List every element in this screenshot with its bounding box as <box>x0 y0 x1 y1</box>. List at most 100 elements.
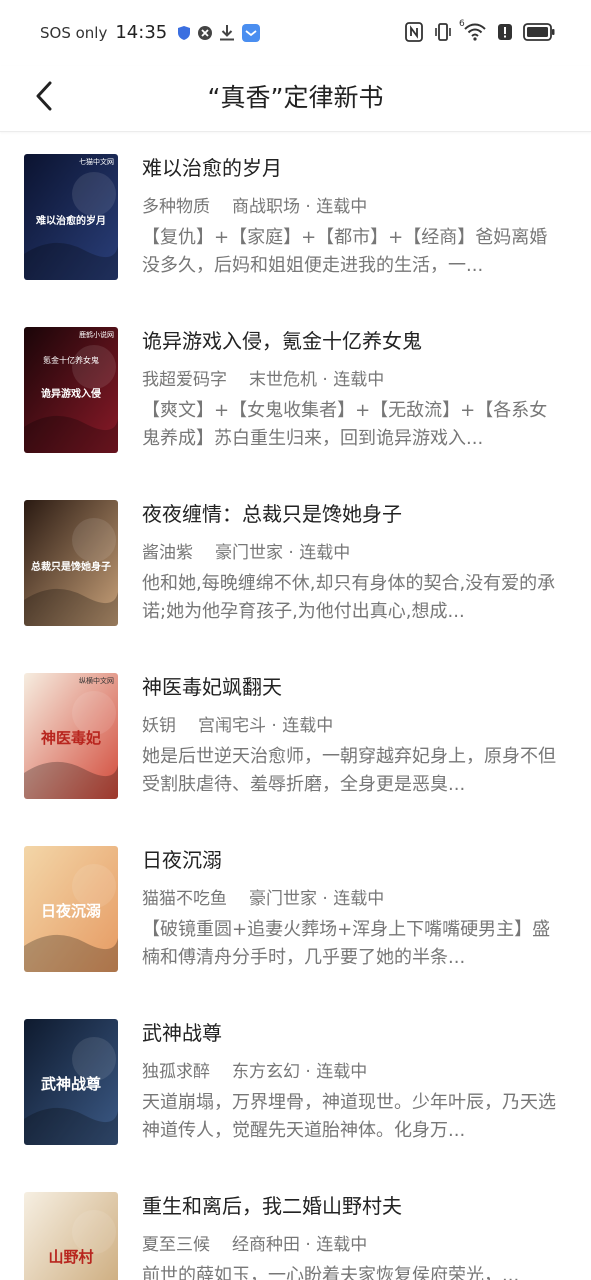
book-info: 难以治愈的岁月 多种物质 商战职场 · 连载中 【复仇】+【家庭】+【都市】+【经… <box>142 154 563 280</box>
status-bar: SOS only 14:35 6 <box>0 0 591 66</box>
carrier-label: SOS only <box>40 23 108 42</box>
download-icon <box>219 24 235 42</box>
book-info: 武神战尊 独孤求醉 东方玄幻 · 连载中 天道崩塌，万界埋骨，神道现世。少年叶辰，… <box>142 1019 563 1145</box>
cover-title-text: 难以治愈的岁月 <box>35 214 106 227</box>
book-author: 酱油紫 <box>142 543 193 563</box>
book-description: 她是后世逆天治愈师，一朝穿越弃妃身上，原身不但受割肤虐待、羞辱折磨，全身更是恶臭… <box>142 746 556 795</box>
book-genre: 豪门世家 <box>249 889 317 909</box>
cover-publisher-badge: 鹿鹤小说网 <box>79 330 114 339</box>
book-cover[interactable]: 诡异游戏入侵 氪金十亿养女鬼 鹿鹤小说网 <box>24 327 118 453</box>
book-meta: 猫猫不吃鱼 豪门世家 · 连载中 <box>142 888 563 910</box>
book-item[interactable]: 总裁只是馋她身子 夜夜缠情：总裁只是馋她身子 酱油紫 豪门世家 · 连载中 他和她… <box>0 478 591 651</box>
book-cover[interactable]: 神医毒妃 纵横中文网 <box>24 673 118 799</box>
book-title[interactable]: 重生和离后，我二婚山野村夫 <box>142 1192 563 1220</box>
wifi-icon: 6 <box>459 19 487 41</box>
book-author: 我超爱码字 <box>142 370 227 390</box>
book-author: 多种物质 <box>142 197 210 217</box>
page-title: “真香”定律新书 <box>207 83 384 112</box>
book-title[interactable]: 日夜沉溺 <box>142 846 563 874</box>
book-list: 难以治愈的岁月 七猫中文网 难以治愈的岁月 多种物质 商战职场 · 连载中 【复仇】… <box>0 132 591 1280</box>
cover-image: 总裁只是馋她身子 <box>24 500 118 626</box>
cover-title-text: 诡异游戏入侵 <box>41 387 101 400</box>
book-info: 夜夜缠情：总裁只是馋她身子 酱油紫 豪门世家 · 连载中 他和她,每晚缠绵不休,却… <box>142 500 563 626</box>
top-app-bar: “真香”定律新书 <box>0 66 591 132</box>
book-author: 独孤求醉 <box>142 1062 210 1082</box>
book-description: 天道崩塌，万界埋骨，神道现世。少年叶辰，乃天选神道传人，觉醒先天道胎神体。化身万… <box>142 1092 556 1141</box>
cover-title-text: 神医毒妃 <box>41 729 101 747</box>
book-info: 重生和离后，我二婚山野村夫 夏至三候 经商种田 · 连载中 前世的薛如玉，一心盼着… <box>142 1192 563 1280</box>
meta-separator: · <box>300 1235 317 1255</box>
blocked-icon <box>197 25 213 41</box>
book-item[interactable]: 武神战尊 武神战尊 独孤求醉 东方玄幻 · 连载中 天道崩塌，万界埋骨，神道现世。… <box>0 997 591 1170</box>
meta-separator: · <box>300 1062 317 1082</box>
book-status: 连载中 <box>316 1235 368 1255</box>
book-description: 【爽文】+【女鬼收集者】+【无敌流】+【各系女鬼养成】苏白重生归来，回到诡异游戏… <box>142 400 548 449</box>
book-item[interactable]: 山野村 重生和离后，我二婚山野村夫 夏至三候 经商种田 · 连载中 前世的薛如玉，… <box>0 1170 591 1280</box>
meta-separator: · <box>266 716 283 736</box>
book-genre: 商战职场 <box>232 197 300 217</box>
book-item[interactable]: 日夜沉溺 日夜沉溺 猫猫不吃鱼 豪门世家 · 连载中 【破镜重圆+追妻火葬场+浑身… <box>0 824 591 997</box>
book-title[interactable]: 神医毒妃飒翻天 <box>142 673 563 701</box>
cover-image: 神医毒妃 纵横中文网 <box>24 673 118 799</box>
app-notification-icon <box>241 23 261 43</box>
meta-separator: · <box>300 197 317 217</box>
book-author: 妖钥 <box>142 716 176 736</box>
meta-separator: · <box>283 543 300 563</box>
book-meta: 夏至三候 经商种田 · 连载中 <box>142 1234 563 1256</box>
book-cover[interactable]: 难以治愈的岁月 七猫中文网 <box>24 154 118 280</box>
book-status: 连载中 <box>282 716 334 736</box>
book-title[interactable]: 武神战尊 <box>142 1019 563 1047</box>
meta-separator: · <box>317 889 334 909</box>
cover-title-text: 武神战尊 <box>41 1075 101 1093</box>
book-cover[interactable]: 总裁只是馋她身子 <box>24 500 118 626</box>
book-title[interactable]: 夜夜缠情：总裁只是馋她身子 <box>142 500 563 528</box>
book-meta: 酱油紫 豪门世家 · 连载中 <box>142 542 563 564</box>
book-description: 他和她,每晚缠绵不休,却只有身体的契合,没有爱的承诺;她为他孕育孩子,为他付出真… <box>142 573 556 622</box>
cover-image: 山野村 <box>24 1192 118 1280</box>
cover-title-text: 总裁只是馋她身子 <box>31 560 111 573</box>
battery-icon <box>523 23 555 41</box>
book-info: 神医毒妃飒翻天 妖钥 宫闱宅斗 · 连载中 她是后世逆天治愈师，一朝穿越弃妃身上，… <box>142 673 563 799</box>
book-status: 连载中 <box>333 370 385 390</box>
cover-title-text: 山野村 <box>48 1248 93 1266</box>
book-genre: 豪门世家 <box>215 543 283 563</box>
book-title[interactable]: 诡异游戏入侵，氪金十亿养女鬼 <box>142 327 563 355</box>
book-status: 连载中 <box>316 1062 368 1082</box>
book-status: 连载中 <box>333 889 385 909</box>
book-meta: 妖钥 宫闱宅斗 · 连载中 <box>142 715 563 737</box>
book-item[interactable]: 难以治愈的岁月 七猫中文网 难以治愈的岁月 多种物质 商战职场 · 连载中 【复仇】… <box>0 132 591 305</box>
book-meta: 多种物质 商战职场 · 连载中 <box>142 196 563 218</box>
meta-separator: · <box>317 370 334 390</box>
vibrate-icon <box>433 22 453 42</box>
cover-publisher-badge: 纵横中文网 <box>79 676 114 685</box>
cover-publisher-badge: 七猫中文网 <box>79 157 114 166</box>
book-author: 夏至三候 <box>142 1235 210 1255</box>
book-description: 【复仇】+【家庭】+【都市】+【经商】爸妈离婚没多久，后妈和姐姐便走进我的生活，… <box>142 227 548 276</box>
wifi-label: 6 <box>459 19 465 29</box>
shield-icon <box>177 25 191 41</box>
book-genre: 东方玄幻 <box>232 1062 300 1082</box>
book-author: 猫猫不吃鱼 <box>142 889 227 909</box>
alert-icon <box>497 23 513 41</box>
book-item[interactable]: 神医毒妃 纵横中文网 神医毒妃飒翻天 妖钥 宫闱宅斗 · 连载中 她是后世逆天治愈师… <box>0 651 591 824</box>
cover-subtitle-text: 氪金十亿养女鬼 <box>43 355 99 365</box>
book-cover[interactable]: 山野村 <box>24 1192 118 1280</box>
clock: 14:35 <box>115 22 168 43</box>
cover-title-text: 日夜沉溺 <box>41 902 101 920</box>
cover-image: 诡异游戏入侵氪金十亿养女鬼 鹿鹤小说网 <box>24 327 118 453</box>
book-description: 前世的薛如玉，一心盼着夫家恢复侯府荣光，... <box>142 1265 520 1280</box>
book-item[interactable]: 诡异游戏入侵 氪金十亿养女鬼 鹿鹤小说网 诡异游戏入侵，氪金十亿养女鬼 我超爱码字 末… <box>0 305 591 478</box>
book-genre: 末世危机 <box>249 370 317 390</box>
cover-image: 日夜沉溺 <box>24 846 118 972</box>
cover-image: 难以治愈的岁月 七猫中文网 <box>24 154 118 280</box>
book-meta: 独孤求醉 东方玄幻 · 连载中 <box>142 1061 563 1083</box>
nfc-icon <box>405 22 423 42</box>
book-genre: 宫闱宅斗 <box>198 716 266 736</box>
book-info: 诡异游戏入侵，氪金十亿养女鬼 我超爱码字 末世危机 · 连载中 【爽文】+【女鬼收… <box>142 327 563 453</box>
book-cover[interactable]: 日夜沉溺 <box>24 846 118 972</box>
book-cover[interactable]: 武神战尊 <box>24 1019 118 1145</box>
book-description: 【破镜重圆+追妻火葬场+浑身上下嘴嘴硬男主】盛楠和傅清舟分手时，几乎要了她的半条… <box>142 919 551 968</box>
book-info: 日夜沉溺 猫猫不吃鱼 豪门世家 · 连载中 【破镜重圆+追妻火葬场+浑身上下嘴嘴硬… <box>142 846 563 972</box>
cover-image: 武神战尊 <box>24 1019 118 1145</box>
book-title[interactable]: 难以治愈的岁月 <box>142 154 563 182</box>
